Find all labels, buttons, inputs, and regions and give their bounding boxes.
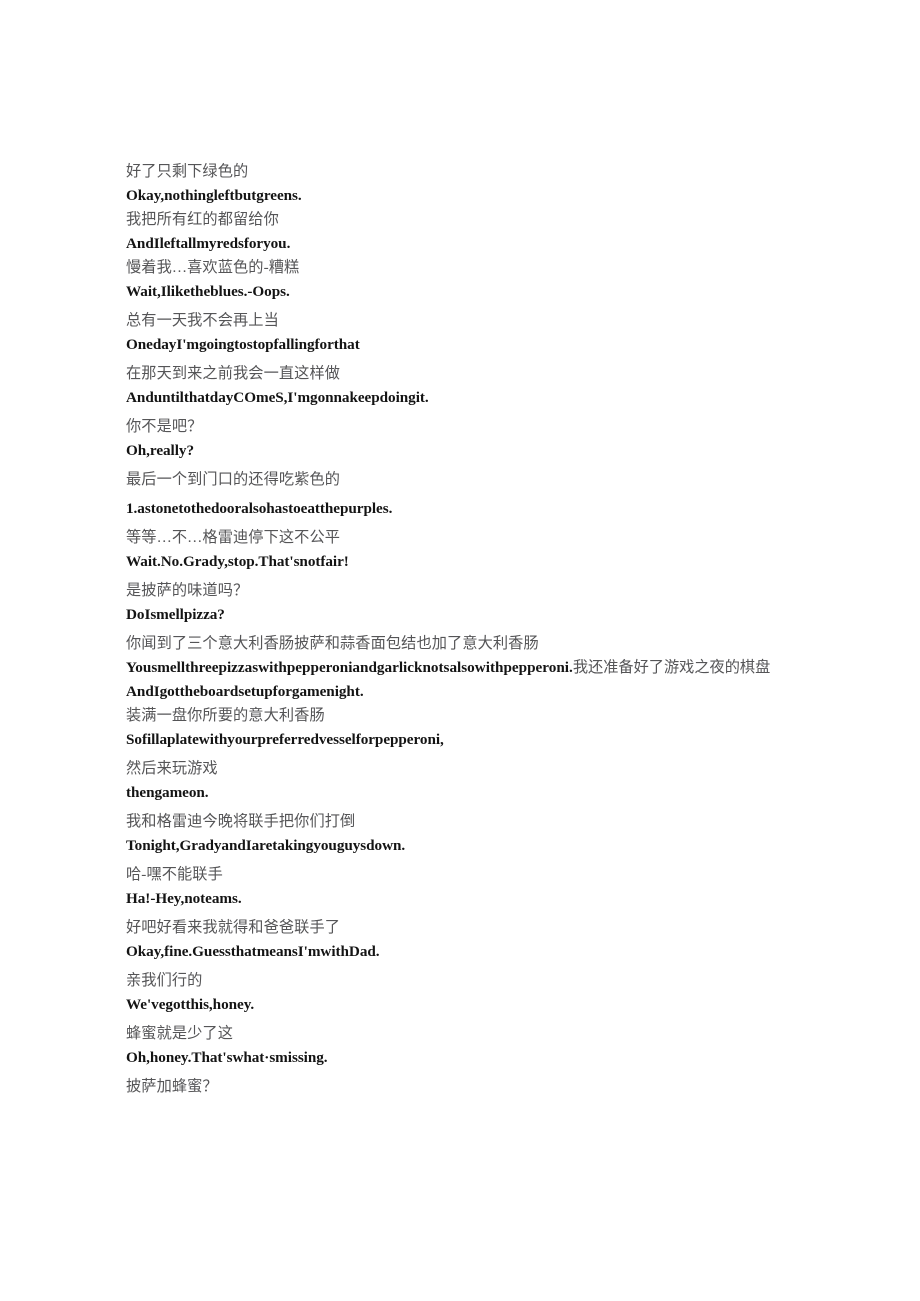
subtitle-line-zh: 你闻到了三个意大利香肠披萨和蒜香面包结也加了意大利香肠 <box>126 635 539 652</box>
subtitle-pair: 你不是吧？ Oh,really? <box>126 415 816 463</box>
subtitle-line-en: Wait.No.Grady,stop.That'snotfair! <box>126 553 349 570</box>
subtitle-line-zh: 在那天到来之前我会一直这样做 <box>126 365 341 382</box>
transcript-block: 装满一盘你所要的意大利香肠 Sofillaplatewithyourprefer… <box>126 704 816 1070</box>
subtitle-line-zh: 我把所有红的都留给你 <box>126 211 279 228</box>
subtitle-line-zh: 等等…不…格雷迪停下这不公平 <box>126 529 341 546</box>
subtitle-line-en: Sofillaplatewithyourpreferredvesselforpe… <box>126 731 444 748</box>
subtitle-pair: 我把所有红的都留给你 AndIleftallmyredsforyou. <box>126 208 816 256</box>
subtitle-pair: 最后一个到门口的还得吃紫色的 1.astonetothedooralsohast… <box>126 468 816 521</box>
subtitle-line-zh: 披萨加蜂蜜？ <box>126 1078 218 1095</box>
subtitle-line-en: Oh,honey.That'swhat·smissing. <box>126 1049 328 1066</box>
document-page: 好了只剩下绿色的 Okay,nothingleftbutgreens. 我把所有… <box>0 0 920 1301</box>
transcript-block-mixed: 你闻到了三个意大利香肠披萨和蒜香面包结也加了意大利香肠 Yousmellthre… <box>126 632 816 704</box>
subtitle-pair: 我和格雷迪今晚将联手把你们打倒 Tonight,GradyandIaretaki… <box>126 810 816 858</box>
subtitle-line-en: Ha!-Hey,noteams. <box>126 890 242 907</box>
subtitle-pair: 是披萨的味道吗？ DoIsmellpizza? <box>126 579 816 627</box>
subtitle-line-en: thengameon. <box>126 784 209 801</box>
subtitle-pair: 慢着我…喜欢蓝色的-糟糕 Wait,Iliketheblues.-Oops. <box>126 256 816 304</box>
subtitle-pair: 装满一盘你所要的意大利香肠 Sofillaplatewithyourprefer… <box>126 704 816 752</box>
subtitle-line-zh: 我和格雷迪今晚将联手把你们打倒 <box>126 813 356 830</box>
transcript-body: 好了只剩下绿色的 Okay,nothingleftbutgreens. 我把所有… <box>126 160 816 1099</box>
transcript-block: 好了只剩下绿色的 Okay,nothingleftbutgreens. 我把所有… <box>126 160 816 304</box>
subtitle-line-en: DoIsmellpizza? <box>126 606 225 623</box>
subtitle-pair: 哈-嘿不能联手 Ha!-Hey,noteams. <box>126 863 816 911</box>
subtitle-line-zh: 蜂蜜就是少了这 <box>126 1025 234 1042</box>
subtitle-line-en: Oh,really? <box>126 442 194 459</box>
subtitle-line-en: Okay,fine.GuessthatmeansI'mwithDad. <box>126 943 380 960</box>
subtitle-pair: 蜂蜜就是少了这 Oh,honey.That'swhat·smissing. <box>126 1022 816 1070</box>
subtitle-line-zh: 最后一个到门口的还得吃紫色的 <box>126 471 341 488</box>
subtitle-line-zh: 好吧好看来我就得和爸爸联手了 <box>126 919 341 936</box>
subtitle-line-zh: 总有一天我不会再上当 <box>126 312 279 329</box>
transcript-block: 披萨加蜂蜜？ <box>126 1075 816 1099</box>
transcript-block: 总有一天我不会再上当 OnedayI'mgoingtostopfallingfo… <box>126 309 816 627</box>
subtitle-pair: 披萨加蜂蜜？ <box>126 1075 816 1099</box>
subtitle-pair: 亲我们行的 We'vegotthis,honey. <box>126 969 816 1017</box>
subtitle-pair: 总有一天我不会再上当 OnedayI'mgoingtostopfallingfo… <box>126 309 816 357</box>
subtitle-line-en: We'vegotthis,honey. <box>126 996 255 1013</box>
subtitle-line-mixed: Yousmellthreepizzaswithpepperoniandgarli… <box>126 656 816 680</box>
subtitle-line-zh: 然后来玩游戏 <box>126 760 218 777</box>
subtitle-pair: 等等…不…格雷迪停下这不公平 Wait.No.Grady,stop.That's… <box>126 526 816 574</box>
subtitle-pair: 好吧好看来我就得和爸爸联手了 Okay,fine.GuessthatmeansI… <box>126 916 816 964</box>
subtitle-line-zh: 是披萨的味道吗？ <box>126 582 249 599</box>
subtitle-line-zh: 亲我们行的 <box>126 972 203 989</box>
subtitle-line-en: Tonight,GradyandIaretakingyouguysdown. <box>126 837 406 854</box>
subtitle-line-zh: 装满一盘你所要的意大利香肠 <box>126 707 325 724</box>
mixed-en-part: Yousmellthreepizzaswithpepperoniandgarli… <box>126 659 573 676</box>
mixed-zh-trailing: 我还准备好了游戏之夜的棋盘 <box>572 659 771 676</box>
subtitle-pair: 在那天到来之前我会一直这样做 AnduntilthatdayCOmeS,I'mg… <box>126 362 816 410</box>
subtitle-line-en: 1.astonetothedooralsohastoeatthepurples. <box>126 500 393 517</box>
subtitle-line-en: AndIgottheboardsetupforgamenight. <box>126 683 364 700</box>
subtitle-line-zh: 哈-嘿不能联手 <box>126 866 223 883</box>
subtitle-line-en: Okay,nothingleftbutgreens. <box>126 187 302 204</box>
subtitle-pair: 好了只剩下绿色的 Okay,nothingleftbutgreens. <box>126 160 816 208</box>
subtitle-line-en: AnduntilthatdayCOmeS,I'mgonnakeepdoingit… <box>126 389 429 406</box>
subtitle-line-zh: 慢着我…喜欢蓝色的-糟糕 <box>126 259 300 276</box>
subtitle-line-en: Wait,Iliketheblues.-Oops. <box>126 283 290 300</box>
subtitle-pair: 然后来玩游戏 thengameon. <box>126 757 816 805</box>
subtitle-line-en: OnedayI'mgoingtostopfallingforthat <box>126 336 360 353</box>
subtitle-line-en: AndIleftallmyredsforyou. <box>126 235 291 252</box>
subtitle-line-zh: 好了只剩下绿色的 <box>126 163 249 180</box>
subtitle-line-zh: 你不是吧？ <box>126 418 203 435</box>
